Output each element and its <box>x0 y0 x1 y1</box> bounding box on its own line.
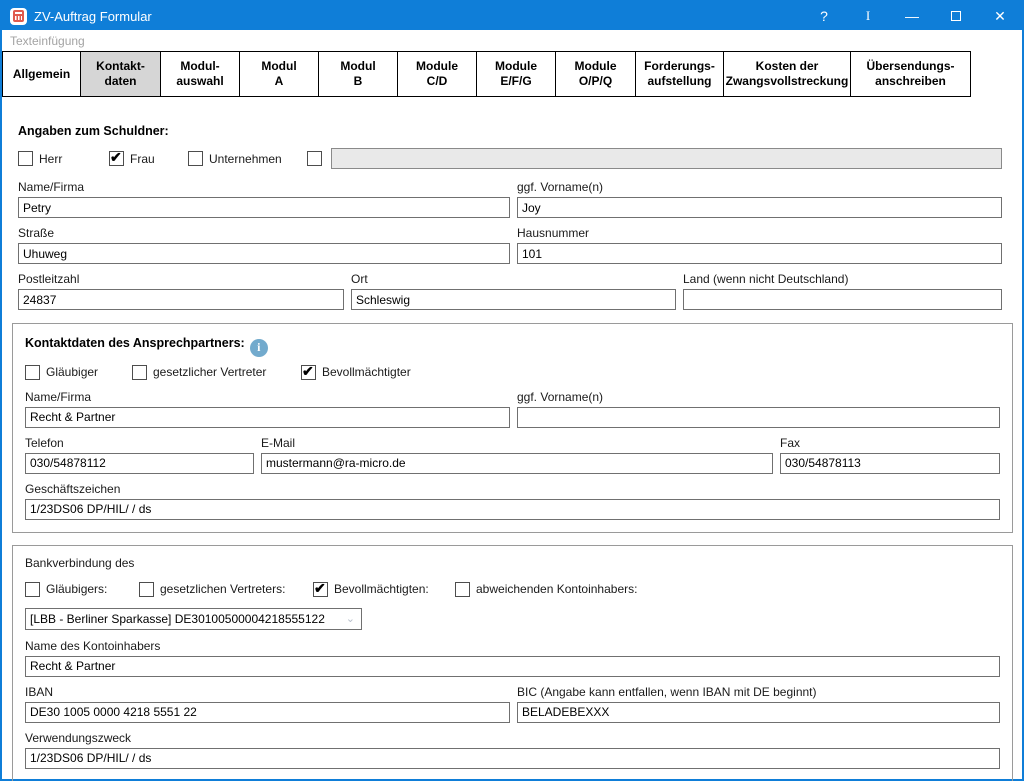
glaeubiger-checkbox[interactable] <box>25 364 40 380</box>
tab-allgemein[interactable]: Allgemein <box>2 51 81 97</box>
fax-input[interactable] <box>780 452 1000 474</box>
plz-input[interactable] <box>18 289 344 310</box>
verwendungszweck-label: Verwendungszweck <box>25 730 132 745</box>
hausnummer-input[interactable] <box>517 243 1002 264</box>
tab-uebersendungsanschreiben[interactable]: Übersendungs-anschreiben <box>850 51 971 97</box>
bic-label: BIC (Angabe kann entfallen, wenn IBAN mi… <box>517 684 817 699</box>
email-label: E-Mail <box>261 435 296 450</box>
checkbox-abweichenden-kontoinhabers[interactable]: abweichenden Kontoinhabers: <box>455 581 637 597</box>
telefon-input[interactable] <box>25 452 254 474</box>
ap-name-input[interactable] <box>25 406 510 428</box>
kontoinhabers-checkbox[interactable] <box>455 581 470 597</box>
email-input[interactable] <box>261 452 773 474</box>
vorname-label: ggf. Vorname(n) <box>517 180 604 194</box>
maximize-button[interactable] <box>934 2 978 30</box>
chevron-down-icon: ⌄ <box>345 613 355 625</box>
checkbox-bevollmaechtigten[interactable]: Bevollmächtigten: <box>313 581 448 597</box>
herr-checkbox[interactable] <box>18 151 33 166</box>
iban-input[interactable] <box>25 701 510 723</box>
checkbox-gesetzlichen-vertreters[interactable]: gesetzlichen Vertreters: <box>139 581 306 597</box>
custom-anrede-input <box>331 148 1002 169</box>
checkbox-gesetzlicher-vertreter[interactable]: gesetzlicher Vertreter <box>132 364 294 380</box>
frau-checkbox[interactable] <box>109 150 124 166</box>
bic-input[interactable] <box>517 701 1000 723</box>
unternehmen-checkbox[interactable] <box>188 151 203 166</box>
tab-modul-b[interactable]: Modul B <box>318 51 398 97</box>
vorname-input[interactable] <box>517 197 1002 218</box>
custom-anrede-checkbox[interactable] <box>307 151 322 166</box>
schuldner-heading: Angaben zum Schuldner: <box>18 124 169 138</box>
info-icon[interactable]: i <box>249 338 268 357</box>
hausnummer-label: Hausnummer <box>517 226 590 240</box>
checkbox-unternehmen[interactable]: Unternehmen <box>188 151 300 166</box>
info-button[interactable]: I <box>846 2 890 30</box>
name-firma-input[interactable] <box>18 197 510 218</box>
geschaeftszeichen-label: Geschäftszeichen <box>25 481 121 496</box>
ap-vorname-input[interactable] <box>517 406 1000 428</box>
checkbox-herr[interactable]: Herr <box>18 151 102 166</box>
konto-dropdown[interactable]: [LBB - Berliner Sparkasse] DE30100500004… <box>25 607 362 630</box>
menubar: Texteinfügung <box>2 30 1022 51</box>
vertreters-checkbox[interactable] <box>139 581 154 597</box>
close-button[interactable]: ✕ <box>978 2 1022 30</box>
telefon-label: Telefon <box>25 435 64 450</box>
checkbox-frau[interactable]: Frau <box>109 150 181 166</box>
maximize-icon <box>951 11 961 21</box>
vertreter-checkbox[interactable] <box>132 364 147 380</box>
tab-module-cd[interactable]: Module C/D <box>397 51 477 97</box>
land-label: Land (wenn nicht Deutschland) <box>683 272 849 286</box>
ap-vorname-label: ggf. Vorname(n) <box>517 389 604 404</box>
name-firma-label: Name/Firma <box>18 180 85 194</box>
ap-name-label: Name/Firma <box>25 389 92 404</box>
bevollmaechtigter-checkbox[interactable] <box>301 364 316 380</box>
menu-texteinfuegung[interactable]: Texteinfügung <box>10 34 85 48</box>
glaeubigers-checkbox[interactable] <box>25 581 40 597</box>
zv-auftrag-window: ZV-Auftrag Formular ? I — ✕ Texteinfügun… <box>0 0 1024 781</box>
tab-modulauswahl[interactable]: Modul-auswahl <box>160 51 240 97</box>
tab-kontaktdaten[interactable]: Kontakt-daten <box>80 51 161 97</box>
land-input[interactable] <box>683 289 1002 310</box>
titlebar: ZV-Auftrag Formular ? I — ✕ <box>2 2 1022 30</box>
bevollmaechtigten-checkbox[interactable] <box>313 581 328 597</box>
fax-label: Fax <box>780 435 801 450</box>
form-content: Angaben zum Schuldner: Herr Frau Unterne… <box>2 97 1022 781</box>
ort-input[interactable] <box>351 289 676 310</box>
checkbox-bevollmaechtigter[interactable]: Bevollmächtigter <box>301 364 411 380</box>
strasse-label: Straße <box>18 226 55 240</box>
app-icon <box>10 7 27 25</box>
plz-label: Postleitzahl <box>18 272 80 286</box>
kontoinhaber-input[interactable] <box>25 655 1000 677</box>
tab-modul-a[interactable]: Modul A <box>239 51 319 97</box>
tab-module-efg[interactable]: Module E/F/G <box>476 51 556 97</box>
minimize-button[interactable]: — <box>890 2 934 30</box>
bankverbindung-groupbox: Bankverbindung des Gläubigers: gesetzlic… <box>12 544 1013 781</box>
strasse-input[interactable] <box>18 243 510 264</box>
tab-module-opq[interactable]: Module O/P/Q <box>555 51 636 97</box>
iban-label: IBAN <box>25 684 54 699</box>
ansprechpartner-groupbox: Kontaktdaten des Ansprechpartners: i Gläu… <box>12 323 1013 533</box>
bankverbindung-heading: Bankverbindung des <box>25 555 135 570</box>
tab-forderungsaufstellung[interactable]: Forderungs-aufstellung <box>635 51 724 97</box>
verwendungszweck-input[interactable] <box>25 747 1000 769</box>
ansprechpartner-heading: Kontaktdaten des Ansprechpartners: <box>25 336 245 350</box>
checkbox-glaeubigers[interactable]: Gläubigers: <box>25 581 132 597</box>
geschaeftszeichen-input[interactable] <box>25 498 1000 520</box>
window-title: ZV-Auftrag Formular <box>34 8 152 24</box>
help-button[interactable]: ? <box>802 2 846 30</box>
tab-bar: Allgemein Kontakt-daten Modul-auswahl Mo… <box>2 51 1022 97</box>
tab-kosten-zwangsvollstreckung[interactable]: Kosten der Zwangsvollstreckung <box>723 51 851 97</box>
checkbox-glaeubiger[interactable]: Gläubiger <box>25 364 125 380</box>
kontoinhaber-label: Name des Kontoinhabers <box>25 638 161 653</box>
ort-label: Ort <box>351 272 368 286</box>
